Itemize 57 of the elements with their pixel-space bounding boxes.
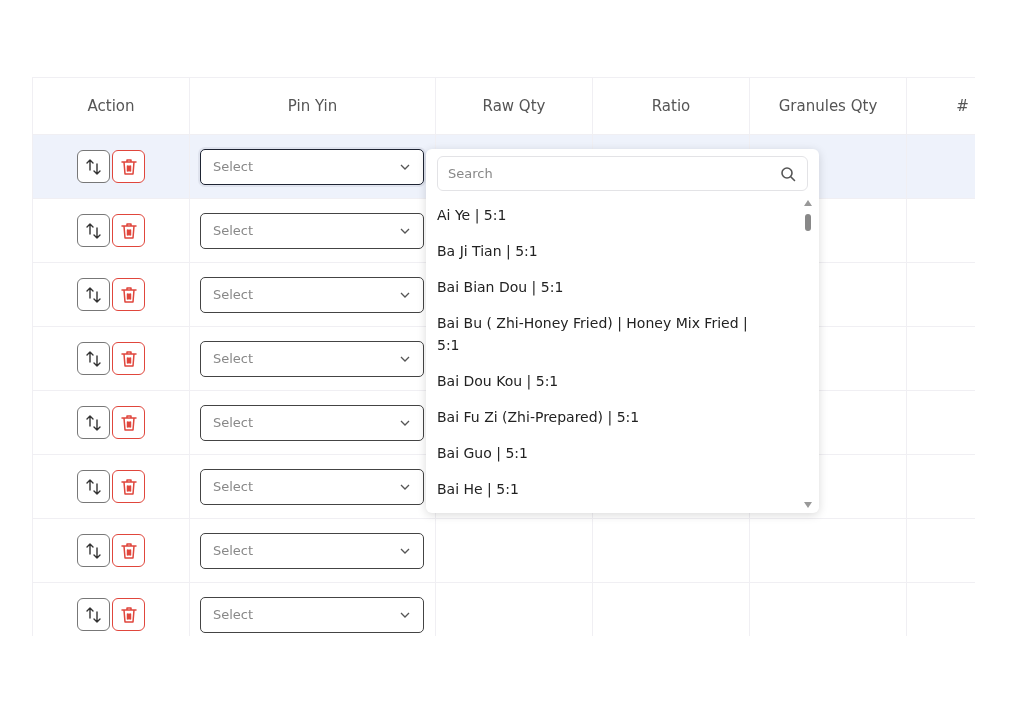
reorder-button[interactable] <box>77 150 110 183</box>
dropdown-option[interactable]: Bai Guo | 5:1 <box>437 435 772 471</box>
trash-icon <box>119 348 138 369</box>
select-dropdown[interactable]: Select <box>200 148 424 185</box>
trash-icon <box>119 156 138 177</box>
dropdown-option[interactable]: Bai Dou Kou | 5:1 <box>437 363 772 399</box>
trash-icon <box>119 540 138 561</box>
delete-button[interactable] <box>112 598 145 631</box>
select-dropdown[interactable]: Select <box>200 212 424 249</box>
select-dropdown[interactable]: Select <box>200 340 424 377</box>
select-dropdown[interactable]: Select <box>200 468 424 505</box>
chevron-down-icon <box>399 290 411 299</box>
trash-icon <box>119 604 138 625</box>
delete-button[interactable] <box>112 534 145 567</box>
trash-icon <box>119 476 138 497</box>
search-field[interactable]: Search <box>437 156 808 191</box>
column-header: Raw Qty <box>436 77 593 135</box>
column-header: Ratio <box>593 77 750 135</box>
reorder-button[interactable] <box>77 342 110 375</box>
chevron-down-icon <box>399 418 411 427</box>
select-dropdown[interactable]: Select <box>200 532 424 569</box>
dropdown-option[interactable]: Bai He | 5:1 <box>437 471 772 507</box>
chevron-down-icon <box>399 162 411 171</box>
column-header: # <box>907 77 975 135</box>
reorder-button[interactable] <box>77 214 110 247</box>
dropdown-option[interactable]: Ba Ji Tian | 5:1 <box>437 233 772 269</box>
chevron-down-icon <box>399 226 411 235</box>
chevron-down-icon <box>399 482 411 491</box>
dropdown-option[interactable]: Bai Bu ( Zhi-Honey Fried) | Honey Mix Fried | 5:1 <box>437 305 772 363</box>
column-header: Pin Yin <box>190 77 436 135</box>
reorder-button[interactable] <box>77 598 110 631</box>
select-dropdown[interactable]: Select <box>200 404 424 441</box>
dropdown-option[interactable]: Bai Bian Dou | 5:1 <box>437 269 772 305</box>
trash-icon <box>119 412 138 433</box>
reorder-button[interactable] <box>77 470 110 503</box>
delete-button[interactable] <box>112 470 145 503</box>
chevron-down-icon <box>399 610 411 619</box>
select-dropdown[interactable]: Select <box>200 596 424 633</box>
trash-icon <box>119 220 138 241</box>
column-header: Granules Qty <box>750 77 907 135</box>
reorder-button[interactable] <box>77 534 110 567</box>
delete-button[interactable] <box>112 278 145 311</box>
scrollbar[interactable] <box>803 199 813 509</box>
dropdown-option[interactable]: Bai Fu Zi (Zhi-Prepared) | 5:1 <box>437 399 772 435</box>
trash-icon <box>119 284 138 305</box>
delete-button[interactable] <box>112 150 145 183</box>
delete-button[interactable] <box>112 342 145 375</box>
select-dropdown[interactable]: Select <box>200 276 424 313</box>
reorder-button[interactable] <box>77 406 110 439</box>
column-header: Action <box>32 77 190 135</box>
dropdown-option[interactable]: Ai Ye | 5:1 <box>437 197 772 233</box>
chevron-down-icon <box>399 354 411 363</box>
delete-button[interactable] <box>112 406 145 439</box>
delete-button[interactable] <box>112 214 145 247</box>
reorder-button[interactable] <box>77 278 110 311</box>
chevron-down-icon <box>399 546 411 555</box>
search-icon <box>780 166 796 182</box>
